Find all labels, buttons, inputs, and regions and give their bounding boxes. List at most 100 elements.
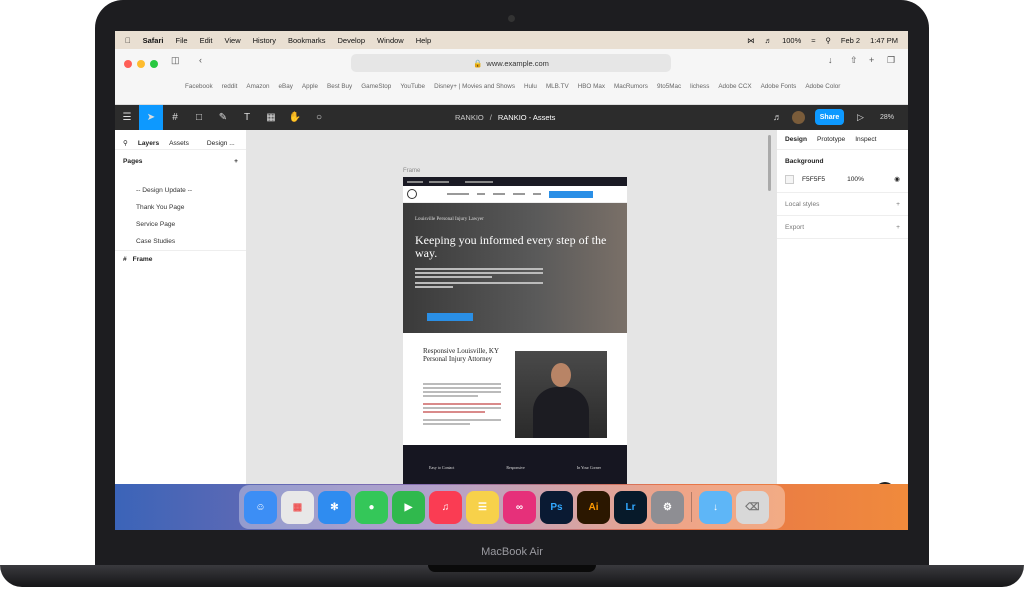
favorite-link[interactable]: GameStop bbox=[361, 83, 391, 90]
menu-develop[interactable]: Develop bbox=[338, 36, 366, 45]
messages-icon[interactable]: ● bbox=[355, 490, 388, 524]
color-swatch[interactable] bbox=[785, 174, 794, 184]
search-icon[interactable]: ⚲ bbox=[123, 139, 128, 147]
menubar-time[interactable]: 1:47 PM bbox=[870, 36, 898, 45]
favorite-link[interactable]: reddit bbox=[222, 83, 238, 90]
present-icon[interactable]: ▷ bbox=[857, 112, 864, 123]
frame-tool-icon[interactable]: # bbox=[163, 105, 187, 130]
tab-design-menu[interactable]: Design ... bbox=[207, 140, 235, 147]
zoom-level[interactable]: 28% bbox=[880, 105, 894, 130]
menubar-date[interactable]: Feb 2 bbox=[841, 36, 860, 45]
menu-view[interactable]: View bbox=[225, 36, 241, 45]
move-tool-icon[interactable]: ➤ bbox=[139, 105, 163, 130]
page-item[interactable]: -- Design Update -- bbox=[115, 182, 246, 199]
favorite-link[interactable]: Disney+ | Movies and Shows bbox=[434, 83, 515, 90]
apple-icon[interactable]:  bbox=[125, 36, 131, 45]
eye-icon[interactable]: ◉ bbox=[894, 175, 900, 183]
menu-bookmarks[interactable]: Bookmarks bbox=[288, 36, 326, 45]
add-page-icon[interactable]: + bbox=[234, 158, 238, 165]
downloads-folder-icon[interactable]: ↓ bbox=[699, 490, 732, 524]
menu-app[interactable]: Safari bbox=[143, 36, 164, 45]
facetime-icon[interactable]: ▶ bbox=[392, 490, 425, 524]
tab-prototype[interactable]: Prototype bbox=[817, 136, 845, 143]
menu-file[interactable]: File bbox=[175, 36, 187, 45]
canvas-scrollbar[interactable] bbox=[768, 135, 771, 191]
favorite-link[interactable]: Hulu bbox=[524, 83, 537, 90]
zoom-button[interactable] bbox=[150, 60, 158, 68]
main-menu-icon[interactable]: ☰ bbox=[115, 105, 139, 130]
add-style-icon[interactable]: + bbox=[896, 201, 900, 208]
music-icon[interactable]: ♫ bbox=[429, 490, 462, 524]
favorite-link[interactable]: Adobe CCX bbox=[718, 83, 751, 90]
file-name[interactable]: RANKIO - Assets bbox=[498, 113, 556, 122]
finder-icon[interactable]: ☺ bbox=[244, 490, 277, 524]
add-export-icon[interactable]: + bbox=[896, 224, 900, 231]
tab-design[interactable]: Design bbox=[785, 136, 807, 143]
favorite-link[interactable]: Facebook bbox=[185, 83, 213, 90]
favorite-link[interactable]: eBay bbox=[279, 83, 293, 90]
share-button[interactable]: Share bbox=[815, 109, 844, 125]
volume-icon[interactable]: ♬ bbox=[765, 36, 773, 45]
local-styles-title: Local styles bbox=[785, 200, 820, 208]
attorney-photo bbox=[515, 351, 607, 438]
favorite-link[interactable]: Adobe Fonts bbox=[761, 83, 797, 90]
hand-tool-icon[interactable]: ✋ bbox=[283, 105, 307, 130]
shape-tool-icon[interactable]: □ bbox=[187, 105, 211, 130]
canvas[interactable]: Frame Louisville Personal Injury Lawyer … bbox=[247, 130, 776, 530]
download-icon[interactable]: ↓ bbox=[828, 55, 833, 65]
notes-icon[interactable]: ☰ bbox=[466, 490, 499, 524]
minimize-button[interactable] bbox=[137, 60, 145, 68]
creative-cloud-icon[interactable]: ∞ bbox=[503, 490, 536, 524]
avatar[interactable] bbox=[792, 111, 805, 124]
page-item[interactable]: Thank You Page bbox=[115, 199, 246, 216]
safari-icon[interactable]: ✻ bbox=[318, 490, 351, 524]
favorite-link[interactable]: lichess bbox=[690, 83, 709, 90]
project-name[interactable]: RANKIO bbox=[455, 113, 484, 122]
headphones-icon[interactable]: ♬ bbox=[773, 112, 782, 122]
website-frame[interactable]: Louisville Personal Injury Lawyer Keepin… bbox=[403, 177, 627, 530]
search-icon[interactable]: ⚲ bbox=[825, 36, 831, 45]
new-tab-icon[interactable]: + bbox=[869, 55, 874, 65]
illustrator-icon[interactable]: Ai bbox=[577, 490, 610, 524]
bluetooth-icon[interactable]: ⋈ bbox=[747, 36, 755, 45]
close-button[interactable] bbox=[124, 60, 132, 68]
tabs-icon[interactable]: ❐ bbox=[887, 55, 895, 66]
favorite-link[interactable]: MLB.TV bbox=[546, 83, 569, 90]
favorite-link[interactable]: MacRumors bbox=[614, 83, 648, 90]
menu-edit[interactable]: Edit bbox=[200, 36, 213, 45]
frame-label[interactable]: Frame bbox=[403, 168, 420, 174]
share-icon[interactable]: ⇧ bbox=[850, 55, 858, 66]
favorite-link[interactable]: HBO Max bbox=[578, 83, 605, 90]
pen-tool-icon[interactable]: ✎ bbox=[211, 105, 235, 130]
favorite-link[interactable]: 9to5Mac bbox=[657, 83, 681, 90]
menu-window[interactable]: Window bbox=[377, 36, 404, 45]
trash-icon[interactable]: ⌫ bbox=[736, 490, 769, 524]
comment-tool-icon[interactable]: ○ bbox=[307, 105, 331, 130]
page-item[interactable]: Case Studies bbox=[115, 233, 246, 250]
launchpad-icon[interactable]: ▦ bbox=[281, 490, 314, 524]
favorite-link[interactable]: Best Buy bbox=[327, 83, 352, 90]
system-preferences-icon[interactable]: ⚙ bbox=[651, 490, 684, 524]
resources-icon[interactable]: ▦ bbox=[259, 105, 283, 130]
favorite-link[interactable]: Amazon bbox=[246, 83, 269, 90]
address-bar[interactable]: 🔒 www.example.com bbox=[351, 54, 671, 72]
wifi-icon[interactable]: ≈ bbox=[811, 36, 815, 45]
tab-layers[interactable]: Layers bbox=[138, 140, 159, 147]
tab-inspect[interactable]: Inspect bbox=[855, 136, 876, 143]
favorite-link[interactable]: YouTube bbox=[400, 83, 425, 90]
photoshop-icon[interactable]: Ps bbox=[540, 490, 573, 524]
back-icon[interactable]: ‹ bbox=[199, 55, 202, 65]
battery-percent[interactable]: 100% bbox=[782, 36, 801, 45]
tab-assets[interactable]: Assets bbox=[169, 140, 189, 147]
favorite-link[interactable]: Adobe Color bbox=[805, 83, 840, 90]
text-tool-icon[interactable]: T bbox=[235, 105, 259, 130]
lightroom-icon[interactable]: Lr bbox=[614, 490, 647, 524]
menu-history[interactable]: History bbox=[253, 36, 276, 45]
bg-opacity[interactable]: 100% bbox=[847, 176, 864, 183]
favorite-link[interactable]: Apple bbox=[302, 83, 318, 90]
menu-help[interactable]: Help bbox=[416, 36, 431, 45]
sidebar-icon[interactable]: ◫ bbox=[171, 55, 180, 66]
bg-hex[interactable]: F5F5F5 bbox=[802, 176, 825, 183]
layer-frame[interactable]: # Frame bbox=[115, 250, 246, 268]
page-item[interactable]: Service Page bbox=[115, 216, 246, 233]
